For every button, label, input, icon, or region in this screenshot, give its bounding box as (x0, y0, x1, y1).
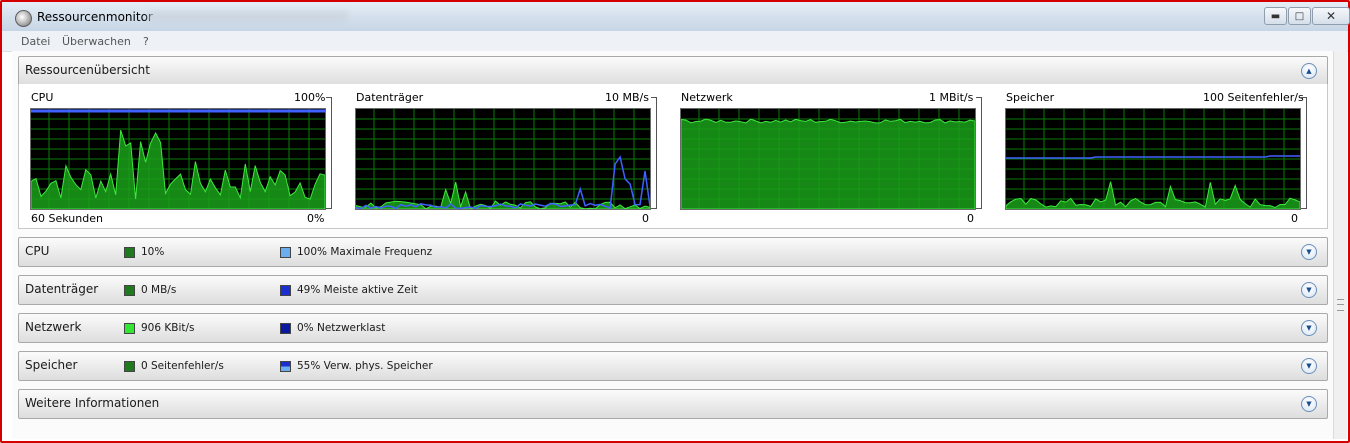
disk-graph (355, 108, 651, 210)
expand-icon[interactable]: ▼ (1301, 396, 1317, 412)
network-section-title: Netzwerk (25, 320, 82, 334)
menu-ueberwachen[interactable]: Überwachen (62, 35, 131, 48)
minimize-button[interactable]: ▬ (1264, 7, 1287, 25)
memory-graph-min: 0 (1291, 212, 1298, 225)
network-scale-bracket (976, 97, 982, 209)
maximize-button[interactable]: □ (1288, 7, 1311, 25)
cpu-usage-value: 10% (141, 246, 165, 258)
memory-faults-area (1006, 181, 1300, 209)
memory-faults-value: 0 Seitenfehler/s (141, 360, 224, 372)
memory-used-value: 55% Verw. phys. Speicher (297, 360, 433, 372)
maximize-icon: □ (1294, 10, 1305, 22)
cpu-usage-swatch (124, 247, 135, 258)
cpu-graph-label: CPU (31, 91, 54, 104)
resource-monitor-icon (15, 10, 32, 27)
minimize-icon: ▬ (1270, 10, 1281, 22)
disk-section-title: Datenträger (25, 282, 99, 296)
cpu-graph-min: 0% (307, 212, 325, 225)
disk-active-time-value: 49% Meiste aktive Zeit (297, 284, 418, 296)
network-graph-min: 0 (967, 212, 974, 225)
disk-graph-max: 10 MB/s (605, 91, 649, 104)
memory-scale-bracket (1301, 97, 1307, 209)
cpu-usage-area (31, 129, 325, 209)
cpu-frequency-value: 100% Maximale Frequenz (297, 246, 433, 258)
network-traffic-swatch (124, 323, 135, 334)
menu-bar: Datei Überwachen ? (2, 31, 1348, 52)
network-traffic-area (681, 118, 975, 209)
cpu-graph-time: 60 Sekunden (31, 212, 103, 225)
disk-active-time-line (356, 155, 650, 209)
close-icon: ✕ (1325, 9, 1337, 23)
cpu-graph (30, 108, 326, 210)
more-info-section-title: Weitere Informationen (25, 396, 160, 410)
menu-help[interactable]: ? (143, 35, 149, 48)
network-section-header[interactable]: Netzwerk 906 KBit/s 0% Netzwerklast ▼ (18, 313, 1328, 343)
disk-graph-label: Datenträger (356, 91, 424, 104)
overview-title: Ressourcenübersicht (25, 63, 150, 77)
scroll-grip-icon[interactable] (1337, 299, 1344, 311)
network-traffic-value: 906 KBit/s (141, 322, 195, 334)
cpu-graph-max: 100% (294, 91, 326, 104)
memory-graph-label: Speicher (1006, 91, 1055, 104)
memory-faults-swatch (124, 361, 135, 372)
cpu-section-header[interactable]: CPU 10% 100% Maximale Frequenz ▼ (18, 237, 1328, 267)
network-graph-label: Netzwerk (681, 91, 733, 104)
network-load-swatch (280, 323, 291, 334)
cpu-scale-bracket (326, 97, 332, 209)
menu-datei[interactable]: Datei (21, 35, 50, 48)
memory-section-header[interactable]: Speicher 0 Seitenfehler/s 55% Verw. phys… (18, 351, 1328, 381)
cpu-frequency-swatch (280, 247, 291, 258)
network-graph (680, 108, 976, 210)
network-load-value: 0% Netzwerklast (297, 322, 386, 334)
memory-used-swatch (280, 361, 291, 372)
memory-used-line (1006, 155, 1300, 159)
blurred-title-area (148, 11, 348, 23)
disk-graph-min: 0 (642, 212, 649, 225)
cpu-section-title: CPU (25, 244, 50, 258)
disk-active-time-swatch (280, 285, 291, 296)
disk-scale-bracket (651, 97, 657, 209)
vertical-scrollbar[interactable] (1333, 51, 1347, 439)
overview-header[interactable]: Ressourcenübersicht ▲ (18, 56, 1328, 86)
collapse-icon[interactable]: ▲ (1301, 63, 1317, 79)
more-info-section-header[interactable]: Weitere Informationen ▼ (18, 389, 1328, 419)
memory-section-title: Speicher (25, 358, 78, 372)
expand-icon[interactable]: ▼ (1301, 358, 1317, 374)
disk-section-header[interactable]: Datenträger 0 MB/s 49% Meiste aktive Zei… (18, 275, 1328, 305)
title-bar[interactable]: Ressourcenmonitor ▬ □ ✕ (2, 2, 1350, 31)
window-title: Ressourcenmonitor (37, 10, 153, 24)
disk-throughput-swatch (124, 285, 135, 296)
expand-icon[interactable]: ▼ (1301, 244, 1317, 260)
memory-graph (1005, 108, 1301, 210)
close-button[interactable]: ✕ (1312, 7, 1350, 25)
expand-icon[interactable]: ▼ (1301, 282, 1317, 298)
network-graph-max: 1 MBit/s (929, 91, 974, 104)
expand-icon[interactable]: ▼ (1301, 320, 1317, 336)
memory-graph-max: 100 Seitenfehler/s (1203, 91, 1304, 104)
disk-throughput-value: 0 MB/s (141, 284, 177, 296)
